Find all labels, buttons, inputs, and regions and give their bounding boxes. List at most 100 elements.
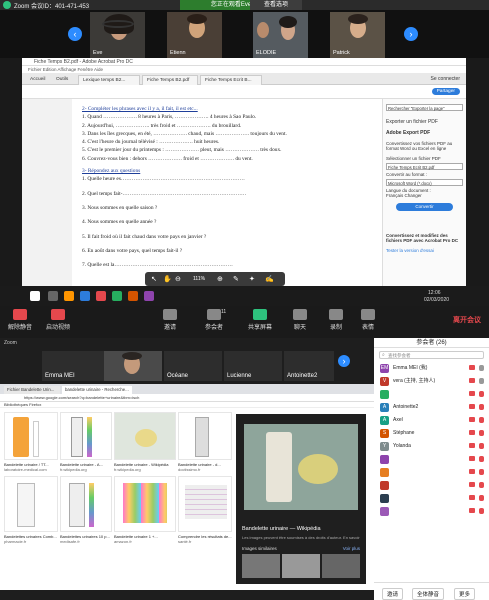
participant-row[interactable]: Vvera (主持, 主持人)	[374, 375, 489, 387]
participant-name: Patrick	[333, 50, 350, 56]
leave-meeting-button[interactable]: 离开会议	[453, 315, 481, 325]
preview-desc: Les images peuvent être soumises à des d…	[242, 535, 360, 540]
mic-off-icon	[479, 469, 484, 475]
video-tile[interactable]: Océane	[164, 351, 222, 381]
participant-row[interactable]	[374, 466, 489, 478]
exercise-line: 6. En août dans votre pays, quel temps f…	[82, 247, 183, 254]
app-icon[interactable]	[96, 291, 106, 301]
menu-bar[interactable]: Fichier Edition Affichage Fenêtre Aide	[22, 66, 466, 73]
image-result[interactable]	[114, 412, 176, 460]
export-title[interactable]: Exporter un fichier PDF	[386, 119, 463, 125]
video-tile[interactable]: Lucienne	[224, 351, 282, 381]
image-result[interactable]	[178, 476, 232, 532]
image-result[interactable]	[60, 412, 112, 460]
tab-tools[interactable]: Outils	[52, 75, 74, 85]
more-button[interactable]: 更多	[454, 588, 476, 600]
participant-name: Emma MEI (我)	[393, 365, 428, 371]
mic-off-icon	[479, 443, 484, 449]
image-result[interactable]	[60, 476, 112, 532]
invite-button[interactable]: 邀请	[382, 588, 404, 600]
participant-row[interactable]	[374, 453, 489, 465]
video-tile[interactable]: Eve	[90, 12, 145, 58]
participant-row[interactable]	[374, 388, 489, 400]
participant-row[interactable]: A Axel	[374, 414, 489, 426]
preview-title[interactable]: Bandelette urinaire — Wikipédia	[242, 526, 321, 532]
participant-row[interactable]: Y Yolanda	[374, 440, 489, 452]
participant-row[interactable]: EM Emma MEI (我)	[374, 362, 489, 374]
start-video-button[interactable]: 启动视频	[38, 309, 78, 331]
video-off-icon	[469, 417, 475, 422]
video-tile[interactable]	[104, 351, 162, 381]
participant-row[interactable]	[374, 505, 489, 517]
convert-label: Convertir au format :	[386, 172, 428, 177]
image-result[interactable]	[178, 412, 232, 460]
participant-search-input[interactable]: ⌕ 查找参会者	[379, 351, 484, 359]
tab-document[interactable]: Lexique temps B2...	[78, 75, 140, 85]
meeting-controls: 解除静音 启动视频 邀请 参会者 11 共享屏幕 聊天 录制 表情 离开会议	[0, 306, 489, 338]
app-icon[interactable]	[144, 291, 154, 301]
see-more-link[interactable]: Voir plus	[343, 546, 360, 551]
trial-link[interactable]: Tester la version d'essai	[386, 248, 463, 253]
video-tile[interactable]: Emma MEI	[42, 351, 104, 381]
lang-value[interactable]: Français Changer	[386, 193, 463, 198]
image-result[interactable]	[4, 476, 58, 532]
next-page-button[interactable]: ›	[338, 355, 350, 367]
participant-row[interactable]: A Antoinette2	[374, 401, 489, 413]
participant-name: Etienn	[170, 50, 186, 56]
participant-row[interactable]	[374, 479, 489, 491]
tab-document[interactable]: Fiche Temps Ecrit B...	[200, 75, 262, 85]
zoom-level[interactable]: 111%	[193, 276, 205, 282]
tab-document[interactable]: Fiche Temps B2.pdf	[142, 75, 198, 85]
zoom-out-icon[interactable]: ⊖	[175, 275, 181, 283]
participants-button[interactable]: 参会者 11	[194, 309, 234, 331]
zoom-window-2: Zoom Emma MEI Océane Lucienne Antoinette…	[0, 338, 489, 600]
share-button[interactable]: Partager	[431, 88, 460, 95]
tool-search-input[interactable]: Rechercher "Exporter la page"	[386, 104, 463, 111]
next-page-button[interactable]: ›	[404, 27, 418, 41]
app-icon[interactable]	[128, 291, 138, 301]
result-source: laboratoire-medical.com	[4, 467, 47, 472]
tab-home[interactable]: Accueil	[26, 75, 52, 85]
video-tile[interactable]: Etienn	[167, 12, 222, 58]
invite-icon	[163, 309, 177, 320]
unmute-button[interactable]: 解除静音	[0, 309, 40, 331]
video-off-icon	[469, 469, 475, 474]
address-bar[interactable]: https://www.google.com/search?q=bandelet…	[0, 394, 374, 402]
image-result[interactable]	[4, 412, 58, 460]
sign-icon[interactable]: ✍	[265, 275, 274, 283]
video-off-icon	[469, 391, 475, 396]
share-screen-button[interactable]: 共享屏幕	[240, 309, 280, 331]
stamp-icon[interactable]: ✦	[249, 275, 255, 283]
mic-off-icon	[479, 495, 484, 501]
video-off-icon	[469, 508, 475, 513]
signin-link[interactable]: Se connecter	[431, 76, 460, 82]
format-select[interactable]: Microsoft Word (*.docx)	[386, 179, 463, 186]
file-field[interactable]: Fiche Temps Ecrit B2.pdf	[386, 163, 463, 170]
app-icon[interactable]	[64, 291, 74, 301]
video-tile[interactable]: ELODIE	[253, 12, 308, 58]
search-icon[interactable]	[48, 291, 58, 301]
convert-button[interactable]: Convertir	[396, 203, 453, 211]
image-result[interactable]	[114, 476, 176, 532]
video-tile[interactable]: Antoinette2	[284, 351, 334, 381]
prev-page-button[interactable]: ‹	[68, 27, 82, 41]
participant-row[interactable]: S Stéphane	[374, 427, 489, 439]
windows-start-icon[interactable]	[30, 291, 40, 301]
app-icon[interactable]	[112, 291, 122, 301]
browser-tab[interactable]: bandelette urinaire - Recherche...	[62, 386, 132, 394]
video-tile[interactable]: Patrick	[330, 12, 385, 58]
reactions-button[interactable]: 表情	[348, 309, 388, 331]
invite-button[interactable]: 邀请	[150, 309, 190, 331]
hand-icon[interactable]: ✋	[163, 275, 172, 283]
zoom-in-icon[interactable]: ⊕	[217, 275, 223, 283]
participant-name: Lucienne	[227, 373, 252, 379]
app-icon[interactable]	[80, 291, 90, 301]
chat-button[interactable]: 聊天	[280, 309, 320, 331]
participant-row[interactable]	[374, 492, 489, 504]
bookmarks-bar[interactable]: Bibliothèques Firefox	[0, 402, 374, 408]
select-icon[interactable]: ↖	[151, 275, 157, 283]
comment-icon[interactable]: ✎	[233, 275, 239, 283]
browser-tab[interactable]: Fichier Bandelette Urin...	[4, 386, 60, 394]
view-options-button[interactable]: 查看选项	[250, 0, 302, 10]
mute-all-button[interactable]: 全体静音	[412, 588, 445, 600]
